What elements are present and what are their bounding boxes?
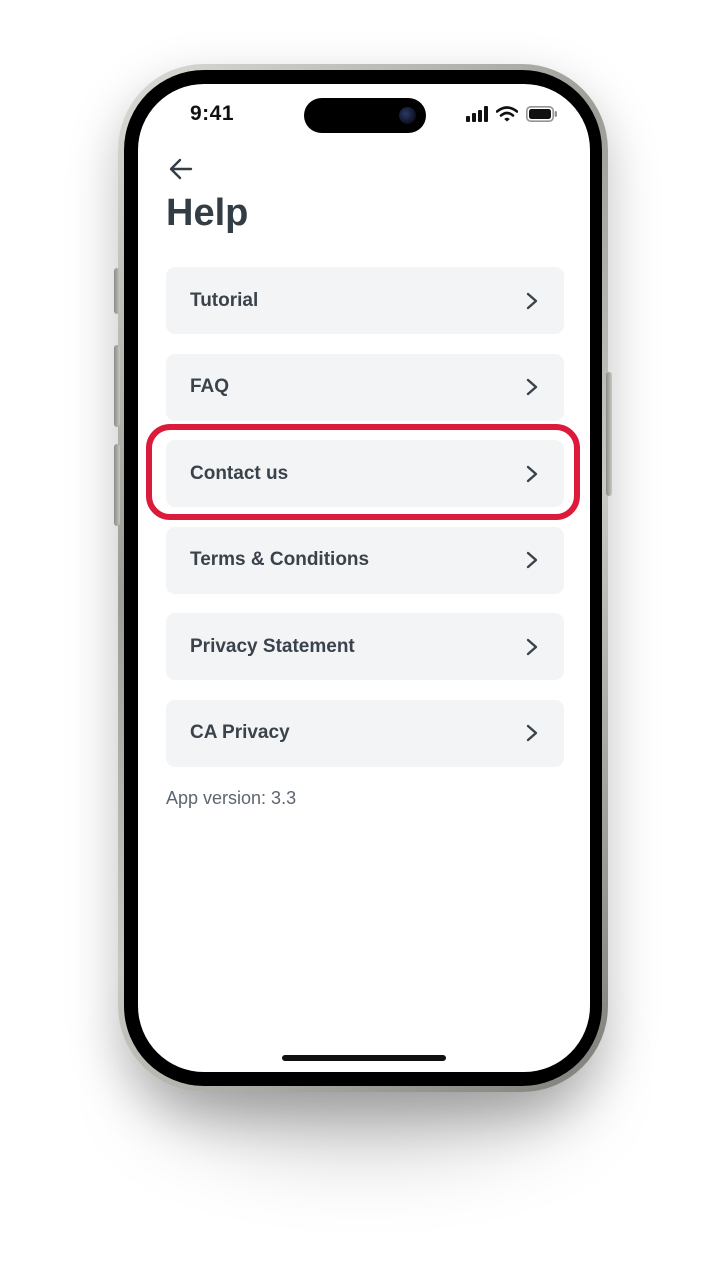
menu-item-tutorial[interactable]: Tutorial <box>166 267 564 334</box>
menu-item-label: Privacy Statement <box>190 635 355 657</box>
app-version: App version: 3.3 <box>166 788 297 808</box>
chevron-right-icon <box>524 551 540 569</box>
status-bar: 9:41 <box>138 84 590 144</box>
status-icons <box>466 104 558 124</box>
menu-item-label: CA Privacy <box>190 722 290 743</box>
phone-screen: 9:41 Help Tutorial FAQ Contact us Terms … <box>138 84 590 1072</box>
menu-item-label: Tutorial <box>190 289 259 311</box>
action-button <box>114 268 120 314</box>
arrow-left-icon <box>169 158 193 180</box>
wifi-icon <box>496 106 518 122</box>
menu-item-terms-conditions[interactable]: Terms & Conditions <box>166 526 564 594</box>
chevron-right-icon <box>524 724 540 742</box>
chevron-right-icon <box>524 638 540 656</box>
menu-item-faq[interactable]: FAQ <box>166 353 564 421</box>
status-time: 9:41 <box>190 102 235 125</box>
chevron-right-icon <box>524 378 540 396</box>
battery-icon <box>526 106 557 122</box>
menu-item-label: FAQ <box>190 376 230 397</box>
power-button <box>606 372 612 496</box>
back-button[interactable] <box>166 154 196 184</box>
dynamic-island <box>304 98 426 133</box>
cellular-signal-icon <box>466 106 488 122</box>
home-indicator[interactable] <box>282 1055 446 1061</box>
stage: 9:41 Help Tutorial FAQ Contact us Terms … <box>0 0 725 1280</box>
volume-up-button <box>114 345 120 427</box>
menu-item-label: Contact us <box>190 462 289 484</box>
menu-item-privacy-statement[interactable]: Privacy Statement <box>166 613 564 680</box>
front-camera-icon <box>399 107 416 124</box>
chevron-right-icon <box>524 292 540 310</box>
menu-item-ca-privacy[interactable]: CA Privacy <box>166 699 564 767</box>
menu-item-contact-us[interactable]: Contact us <box>166 440 564 507</box>
volume-down-button <box>114 444 120 526</box>
help-menu-list: Tutorial FAQ Contact us Terms & Conditio… <box>166 267 564 786</box>
page-title: Help <box>166 192 249 234</box>
menu-item-label: Terms & Conditions <box>190 549 370 570</box>
chevron-right-icon <box>524 465 540 483</box>
